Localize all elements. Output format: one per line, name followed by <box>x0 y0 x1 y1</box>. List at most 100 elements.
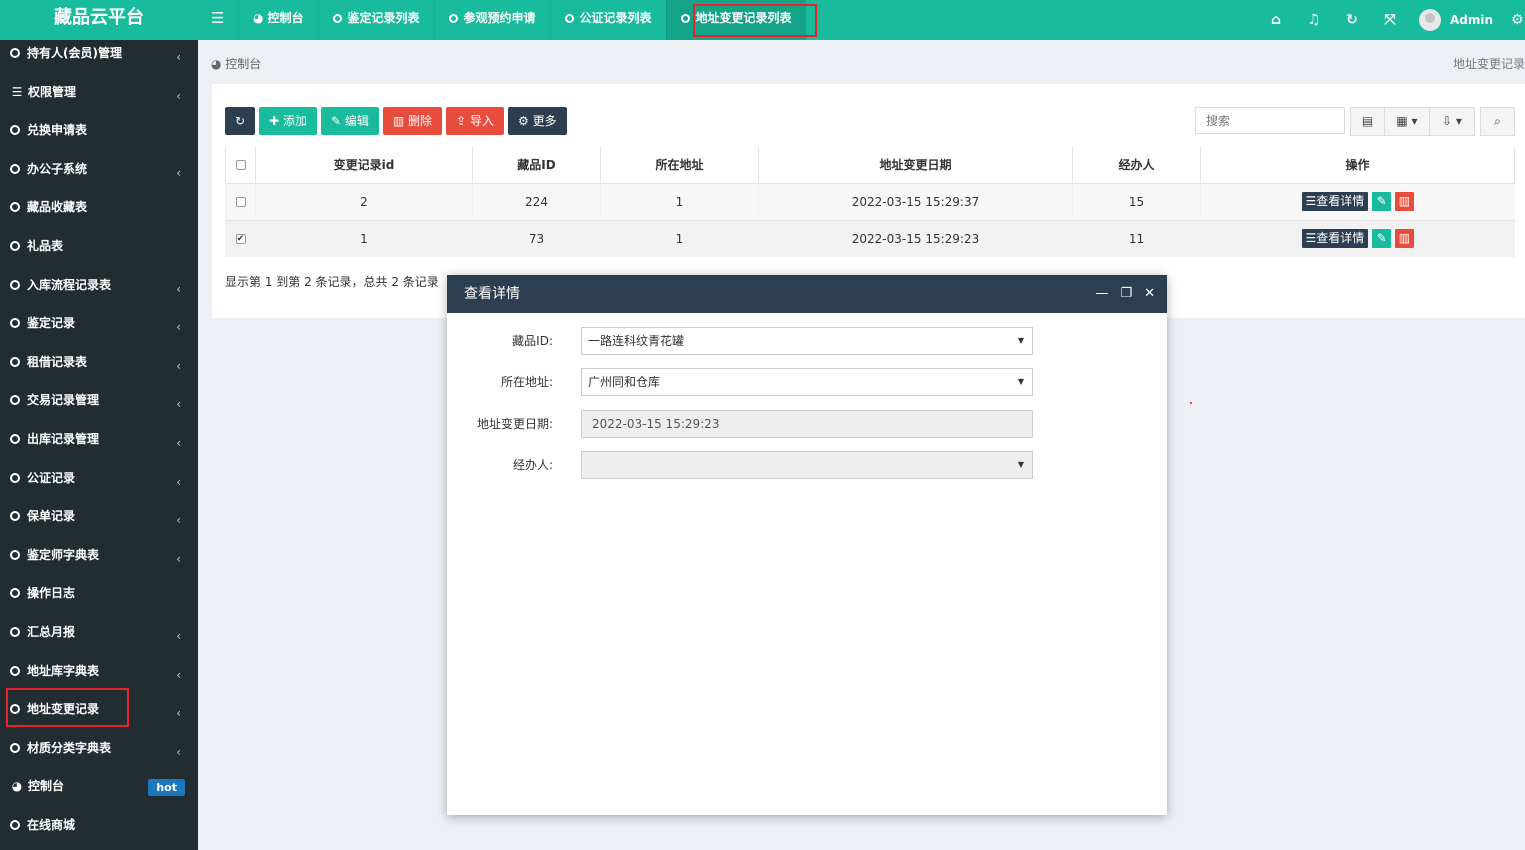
col-handler[interactable]: 经办人 <box>1072 147 1201 184</box>
sidebar-item[interactable]: 交易记录管理 ‹ <box>0 387 198 426</box>
table-row[interactable]: 2 224 1 2022-03-15 15:29:37 15 ☰查看详情 ✎ ▥ <box>225 182 1515 220</box>
col-change-id[interactable]: 变更记录id <box>255 147 473 184</box>
form-row: 所在地址: 广州同和仓库 ▼ <box>447 368 1167 396</box>
table-row[interactable]: ✔ 1 73 1 2022-03-15 15:29:23 11 ☰查看详情 ✎ ▥ <box>225 219 1515 257</box>
maximize-icon[interactable]: ❐ <box>1120 275 1132 313</box>
col-change-date[interactable]: 地址变更日期 <box>758 147 1073 184</box>
sidebar-item[interactable]: 材质分类字典表 ‹ <box>0 735 198 774</box>
more-button[interactable]: ⚙ 更多 <box>507 107 567 135</box>
tab-visit-booking[interactable]: 参观预约申请 <box>433 0 550 40</box>
tab-dashboard[interactable]: ◕ 控制台 <box>238 0 318 40</box>
chevron-left-icon: ‹ <box>176 165 181 180</box>
sidebar-item[interactable]: 鉴定师字典表 ‹ <box>0 542 198 581</box>
circle-icon <box>10 356 20 367</box>
refresh-button[interactable]: ↻ <box>225 107 256 135</box>
select-all-checkbox[interactable] <box>235 160 246 171</box>
chevron-left-icon: ‹ <box>176 320 181 335</box>
sidebar-item-label: 办公子系统 <box>27 161 88 176</box>
sidebar-item[interactable]: 鉴定记录 ‹ <box>0 310 198 349</box>
row-delete-button[interactable]: ▥ <box>1394 192 1414 211</box>
detail-modal: 查看详情 — ❐ ✕ 藏品ID: 一路连科纹青花罐 ▼ 所在地址: 广州同和仓库 ▼ 地址变… <box>447 275 1167 815</box>
sidebar-item[interactable]: ◕ 控制台 hot <box>0 773 198 812</box>
select-all-cell <box>225 147 256 184</box>
tab-appraisal-records[interactable]: 鉴定记录列表 <box>317 0 434 40</box>
sidebar-item[interactable]: 公证记录 ‹ <box>0 465 198 504</box>
form-label: 经办人: <box>512 458 553 472</box>
refresh-icon[interactable]: ↻ <box>1333 2 1371 38</box>
gear-icon[interactable]: ⚙ <box>1511 2 1525 38</box>
sidebar-item-label: 在线商城 <box>27 817 76 832</box>
refresh-icon: ↻ <box>235 114 246 128</box>
search-button[interactable]: ⌕ <box>1480 107 1515 136</box>
app-logo[interactable]: 藏品云平台 <box>0 0 198 40</box>
chevron-left-icon: ‹ <box>176 667 181 682</box>
form-label: 藏品ID: <box>512 334 553 348</box>
menu-toggle-icon[interactable]: ☰ <box>211 9 224 27</box>
sidebar-item[interactable]: 礼品表 <box>0 233 198 272</box>
sidebar-item[interactable]: 兑换申请表 <box>0 117 198 156</box>
sidebar-item[interactable]: ☰ 权限管理 ‹ <box>0 79 198 118</box>
row-edit-button[interactable]: ✎ <box>1372 192 1392 211</box>
view-details-button[interactable]: ☰查看详情 <box>1301 192 1369 211</box>
sidebar-item[interactable]: 汇总月报 ‹ <box>0 619 198 658</box>
sidebar-item-label: 兑换申请表 <box>27 123 88 138</box>
row-delete-button[interactable]: ▥ <box>1394 229 1414 249</box>
sidebar-item-label: 权限管理 <box>28 84 77 99</box>
columns-button[interactable]: ▦ ▾ <box>1384 107 1430 136</box>
breadcrumb-home[interactable]: 控制台 <box>225 57 261 71</box>
bell-icon[interactable]: ♫ <box>1295 2 1333 38</box>
breadcrumb: ◕ 控制台 <box>211 55 261 72</box>
sidebar-item[interactable]: 办公子系统 ‹ <box>0 156 198 195</box>
add-button[interactable]: ✚ 添加 <box>259 107 317 135</box>
user-menu[interactable]: Admin <box>1409 9 1511 31</box>
circle-icon <box>10 626 20 637</box>
close-icon[interactable]: ✕ <box>1144 275 1155 313</box>
sidebar-item[interactable]: 租借记录表 ‹ <box>0 349 198 388</box>
import-button[interactable]: ⇪ 导入 <box>446 107 504 135</box>
circle-icon <box>10 163 20 174</box>
item-id-select[interactable]: 一路连科纹青花罐 ▼ <box>581 327 1033 355</box>
toggle-view-button[interactable]: ▤ <box>1350 107 1385 136</box>
row-edit-button[interactable]: ✎ <box>1372 229 1392 249</box>
chevron-left-icon: ‹ <box>176 88 181 103</box>
delete-button[interactable]: ▥ 删除 <box>382 107 443 135</box>
sidebar-item[interactable]: 持有人(会员)管理 ‹ <box>0 40 198 79</box>
sidebar-item[interactable]: 保单记录 ‹ <box>0 503 198 542</box>
circle-icon <box>10 665 20 676</box>
trash-icon: ▥ <box>1398 194 1411 208</box>
chevron-left-icon: ‹ <box>176 281 181 296</box>
form-row: 地址变更日期: 2022-03-15 15:29:23 <box>447 410 1167 438</box>
sidebar-item-label: 交易记录管理 <box>27 393 100 408</box>
row-checkbox[interactable]: ✔ <box>235 234 246 245</box>
row-checkbox[interactable] <box>235 197 246 207</box>
sidebar-item[interactable]: 入库流程记录表 ‹ <box>0 272 198 311</box>
fullscreen-icon[interactable]: ⤧ <box>1371 2 1409 38</box>
edit-button[interactable]: ✎ 编辑 <box>320 107 379 135</box>
cell-change-id: 1 <box>255 219 473 257</box>
handler-select[interactable]: ▼ <box>581 451 1033 479</box>
sidebar-item-label: 操作日志 <box>27 586 76 601</box>
sidebar-item-label: 入库流程记录表 <box>27 277 112 292</box>
address-select[interactable]: 广州同和仓库 ▼ <box>581 368 1033 396</box>
sidebar-item-label: 持有人(会员)管理 <box>27 46 122 60</box>
cell-change-date: 2022-03-15 15:29:23 <box>758 219 1073 257</box>
sidebar-item[interactable]: 出库记录管理 ‹ <box>0 426 198 465</box>
sidebar-item[interactable]: 藏品收藏表 <box>0 194 198 233</box>
col-address[interactable]: 所在地址 <box>600 147 759 184</box>
change-date-field[interactable]: 2022-03-15 15:29:23 <box>581 410 1033 438</box>
form-row: 藏品ID: 一路连科纹青花罐 ▼ <box>447 327 1167 355</box>
view-details-button[interactable]: ☰查看详情 <box>1301 229 1369 249</box>
dashboard-icon: ◕ <box>11 779 23 794</box>
export-button[interactable]: ⇩ ▾ <box>1429 107 1475 136</box>
sidebar-item[interactable]: 操作日志 <box>0 580 198 619</box>
col-item-id[interactable]: 藏品ID <box>472 147 601 184</box>
tab-notary-records[interactable]: 公证记录列表 <box>549 0 666 40</box>
chevron-left-icon: ‹ <box>176 397 181 412</box>
search-input[interactable] <box>1195 107 1345 134</box>
caret-down-icon: ▼ <box>1017 336 1024 345</box>
minimize-icon[interactable]: — <box>1095 275 1108 313</box>
search-icon: ⌕ <box>1494 114 1501 128</box>
home-icon[interactable]: ⌂ <box>1257 2 1295 38</box>
sidebar-item[interactable]: 在线商城 <box>0 812 198 850</box>
circle-icon <box>448 14 458 23</box>
